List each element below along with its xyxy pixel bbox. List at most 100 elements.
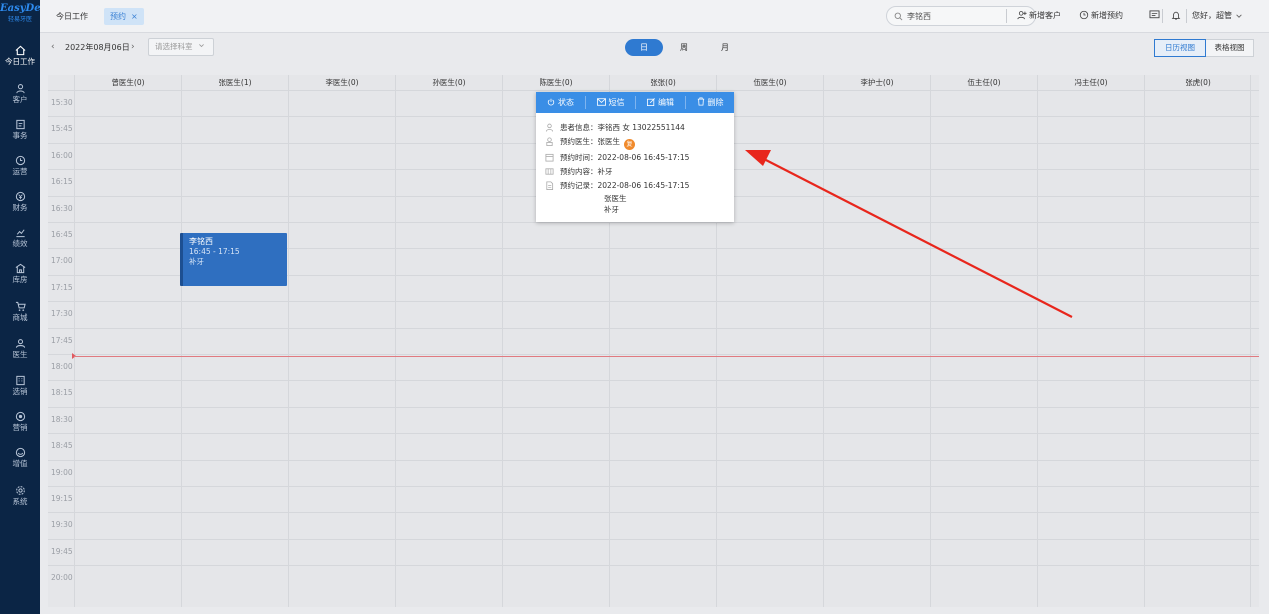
sidebar-item-label: 库房 [12,275,28,284]
time-value: 2022-08-06 16:45-17:15 [597,153,690,162]
sidebar-item-value-added[interactable]: 增值 [0,443,40,477]
row-divider [48,433,1259,434]
current-date[interactable]: 2022年08月06日 [65,42,130,53]
sidebar-item-customer[interactable]: 客户 [0,79,40,113]
prev-date-button[interactable]: ‹ [51,42,55,52]
chevron-down-icon [199,44,204,48]
doctor-column-header: 李医生(0) [288,75,395,90]
edit-button[interactable]: 编辑 [636,92,685,113]
sidebar-item-system[interactable]: 系统 [0,481,40,515]
search-icon [894,12,903,21]
sidebar-item-doctor[interactable]: 医生 [0,334,40,368]
notification-button[interactable] [1171,10,1183,21]
table-view-button[interactable]: 表格视图 [1206,39,1254,57]
clock-icon [15,155,25,166]
sidebar-item-affairs[interactable]: 事务 [0,115,40,149]
time-slot-label: 17:45 [51,336,73,345]
message-icon [1149,10,1160,19]
row-divider [48,301,1259,302]
marketing-icon [15,411,25,422]
sidebar-item-label: 运营 [12,167,28,176]
row-divider [48,222,1259,223]
row-divider [48,354,1259,355]
user-menu[interactable]: 您好，超管 [1192,10,1245,21]
column-divider [74,75,75,607]
sidebar-item-label: 营销 [12,423,28,432]
content-label: 预约内容： [560,167,598,176]
row-divider [48,460,1259,461]
tab-close-icon[interactable]: × [131,12,138,21]
sidebar-item-mall[interactable]: 商城 [0,297,40,331]
record-line-1: 2022-08-06 16:45-17:15 [597,181,690,190]
time-slot-label: 19:15 [51,494,73,503]
sidebar-item-label: 绩效 [12,239,28,248]
top-bar: 今日工作 预约 × 李铭西 新增客户 新增预约 您好，超管 [40,0,1269,33]
new-appointment-button[interactable]: 新增预约 [1079,10,1123,21]
column-divider [288,75,289,607]
calendar-icon [545,153,554,162]
doctor-header-row: 曾医生(0) 张医生(1) 李医生(0) 孙医生(0) 陈医生(0) 张张(0) 伍医生(0… [48,75,1259,90]
sms-label: 短信 [608,98,625,107]
row-divider [48,380,1259,381]
doctor-column-header: 陈医生(0) [502,75,609,90]
next-date-button[interactable]: › [131,42,135,52]
time-slot-label: 19:45 [51,547,73,556]
delete-button[interactable]: 删除 [686,92,734,113]
grid-icon [545,168,554,175]
sidebar-item-performance[interactable]: 绩效 [0,223,40,257]
new-customer-label: 新增客户 [1029,11,1061,20]
warehouse-icon [15,263,25,274]
appointment-name: 李铭西 [189,237,213,246]
appointment-block[interactable]: 李铭西 16:45 - 17:15 补牙 [180,233,287,286]
task-icon [15,119,25,130]
tab-today-work[interactable]: 今日工作 [56,8,88,25]
sidebar-item-today[interactable]: 今日工作 [0,41,40,75]
column-divider [1250,75,1251,607]
view-month-button[interactable]: 月 [721,39,729,56]
edit-label: 编辑 [658,98,674,107]
new-customer-button[interactable]: 新增客户 [1017,10,1061,21]
view-day-button[interactable]: 日 [625,39,663,56]
time-slot-label: 18:45 [51,441,73,450]
sidebar-item-warehouse[interactable]: 库房 [0,259,40,293]
column-divider [1144,75,1145,607]
doctor-column-header: 张虎(0) [1144,75,1251,90]
sidebar-item-label: 商城 [12,313,28,322]
doctor-icon [546,137,553,146]
doctor-row: 预约医生：张医生复 [545,136,635,150]
sidebar-item-label: 今日工作 [5,57,35,66]
sidebar-item-marketing[interactable]: 营销 [0,407,40,441]
view-week-button[interactable]: 周 [680,39,688,56]
sidebar-item-label: 选销 [12,387,28,396]
message-button[interactable] [1149,10,1162,20]
delete-label: 删除 [707,98,724,107]
add-clock-icon [1079,10,1089,20]
sidebar-item-select[interactable]: 选销 [0,371,40,405]
mail-icon [596,98,606,106]
row-divider [48,486,1259,487]
divider [1006,9,1007,23]
row-divider [48,90,1259,91]
edit-icon [647,98,655,106]
sidebar: EasyDent 轻易牙医 今日工作 客户 事务 运营 财务 绩效 库房 商城 … [0,0,52,614]
appointment-time: 16:45 - 17:15 [189,247,240,256]
document-icon [546,181,554,190]
new-appointment-label: 新增预约 [1091,11,1123,20]
gear-icon [15,486,25,495]
sidebar-item-finance[interactable]: 财务 [0,187,40,221]
sidebar-item-operation[interactable]: 运营 [0,151,40,185]
search-input[interactable]: 李铭西 [886,6,1036,26]
department-select[interactable]: 请选择科室 [148,38,214,56]
status-button[interactable]: 状态 [536,92,585,113]
content-row: 预约内容：补牙 [545,166,613,177]
time-slot-label: 19:30 [51,520,73,529]
time-slot-label: 16:30 [51,204,73,213]
sms-button[interactable]: 短信 [586,92,635,113]
time-row: 预约时间：2022-08-06 16:45-17:15 [545,152,689,163]
bell-icon [1171,11,1181,20]
status-label: 状态 [558,98,574,107]
power-icon [547,98,555,106]
calendar-view-button[interactable]: 日历视图 [1154,39,1206,57]
tab-appointment[interactable]: 预约 × [104,8,144,25]
time-slot-label: 19:00 [51,468,73,477]
